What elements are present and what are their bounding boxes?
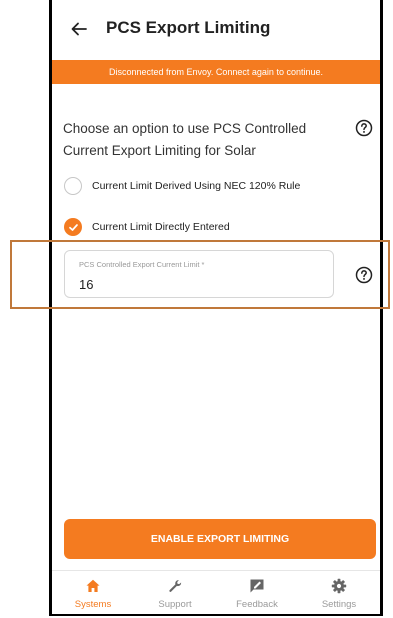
highlight-box [10, 240, 390, 309]
option-nec-rule[interactable]: Current Limit Derived Using NEC 120% Rul… [64, 177, 300, 195]
button-label: ENABLE EXPORT LIMITING [150, 533, 290, 545]
page-title: PCS Export Limiting [106, 18, 271, 37]
enable-export-limiting-button[interactable]: ENABLE EXPORT LIMITING [64, 519, 376, 559]
nav-label: Settings [321, 599, 357, 610]
connection-banner: Disconnected from Envoy. Connect again t… [52, 60, 380, 84]
nav-label: Feedback [236, 599, 278, 610]
feedback-icon [250, 579, 264, 593]
banner-text: Disconnected from Envoy. Connect again t… [109, 67, 323, 77]
radio-unselected[interactable] [64, 177, 82, 195]
nav-label: Support [158, 599, 192, 610]
nav-item-settings[interactable]: Settings [304, 571, 374, 614]
nav-item-support[interactable]: Support [140, 571, 210, 614]
home-icon [86, 579, 100, 592]
nav-item-feedback[interactable]: Feedback [222, 571, 292, 614]
help-icon[interactable] [355, 119, 373, 137]
top-app-bar: PCS Export Limiting [52, 0, 380, 58]
wrench-icon [169, 580, 182, 592]
option-direct-entry[interactable]: Current Limit Directly Entered [64, 218, 230, 236]
option-label: Current Limit Directly Entered [92, 221, 230, 233]
gear-icon [331, 578, 347, 594]
checkmark-icon [68, 223, 78, 231]
option-question: Choose an option to use PCS Controlled C… [63, 121, 307, 158]
nav-label: Systems [74, 599, 112, 610]
back-arrow-icon[interactable] [69, 19, 89, 39]
radio-selected-check-icon[interactable] [64, 218, 82, 236]
option-label: Current Limit Derived Using NEC 120% Rul… [92, 180, 301, 192]
bottom-navigation: Systems Support Feedback Settings [52, 570, 380, 614]
nav-item-systems[interactable]: Systems [58, 571, 128, 614]
